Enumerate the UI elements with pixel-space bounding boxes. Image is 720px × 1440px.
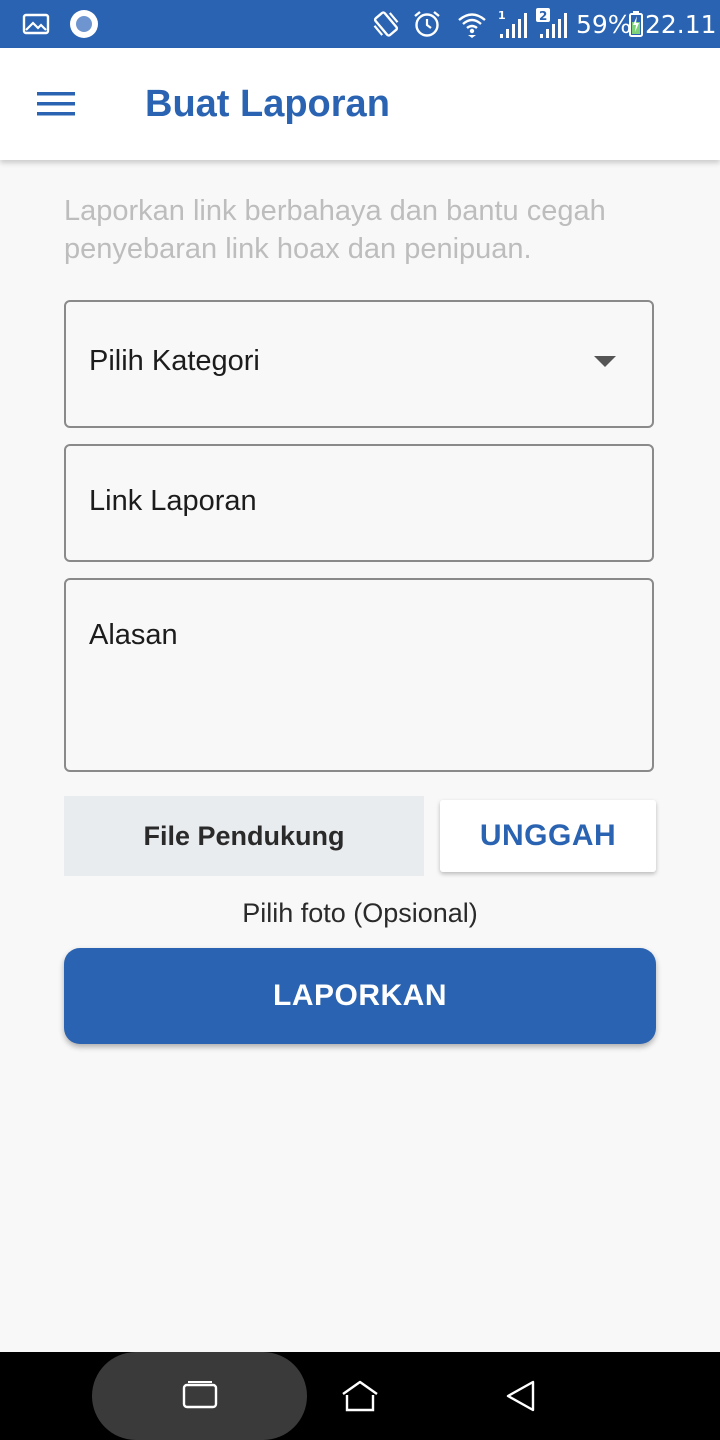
home-icon[interactable] [320,1352,400,1440]
photo-hint: Pilih foto (Opsional) [242,898,478,928]
signal-sim1-icon: 1 [496,0,530,48]
category-select[interactable]: Pilih Kategori [64,300,654,428]
sim2-label: 2 [539,9,547,23]
status-bar: 1 2 59% 22.11 [0,0,720,48]
link-field-placeholder: Link Laporan [89,485,257,517]
battery-percent: 59% [576,9,632,39]
reason-field-placeholder: Alasan [89,619,178,651]
sim1-label: 1 [498,9,506,22]
navigation-bar [0,1352,720,1440]
dropdown-arrow-icon [594,356,616,367]
vibrate-icon [368,0,404,48]
signal-sim2-icon: 2 [535,0,571,48]
link-field[interactable]: Link Laporan [64,444,654,562]
intro-text: Laporkan link berbahaya dan bantu cegah … [64,195,606,265]
recent-apps-icon[interactable] [92,1352,307,1440]
alarm-icon [411,0,443,48]
upload-button[interactable]: UNGGAH [440,800,656,872]
wifi-icon [455,0,489,48]
gallery-icon [20,0,52,48]
battery-charging-icon [628,0,644,48]
clock: 22.11 [645,9,717,39]
app-bar: Buat Laporan [0,48,720,160]
category-select-value: Pilih Kategori [89,345,260,377]
reason-field[interactable]: Alasan [64,578,654,772]
back-icon[interactable] [480,1352,560,1440]
circle-notification-icon [68,0,100,48]
file-pendukung-label: File Pendukung [64,796,424,876]
hamburger-menu-icon[interactable] [24,72,88,136]
submit-report-button[interactable]: LAPORKAN [64,948,656,1044]
page-title: Buat Laporan [145,83,390,125]
